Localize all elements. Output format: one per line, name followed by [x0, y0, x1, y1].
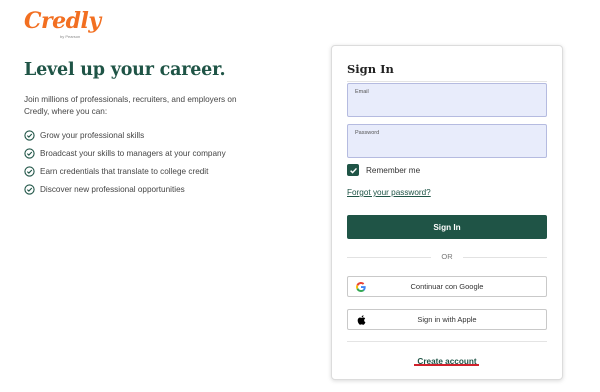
credly-logo[interactable]: Credly by Pearson — [24, 8, 101, 39]
create-account-row: Create account — [332, 351, 562, 369]
google-sign-in-button[interactable]: Continuar con Google — [347, 276, 547, 297]
footer-divider — [347, 341, 547, 342]
benefit-item: Discover new professional opportunities — [24, 180, 226, 198]
password-field[interactable]: Password — [347, 124, 547, 158]
check-circle-icon — [24, 165, 35, 177]
logo-wordmark: Credly — [24, 8, 101, 34]
apple-button-label: Sign in with Apple — [417, 315, 477, 324]
email-label: Email — [355, 89, 369, 95]
benefit-text: Broadcast your skills to managers at you… — [40, 148, 226, 158]
email-input[interactable] — [354, 98, 540, 112]
benefit-list: Grow your professional skills Broadcast … — [24, 126, 226, 198]
hero-title: Level up your career. — [24, 60, 226, 80]
remember-label: Remember me — [366, 165, 421, 175]
benefit-text: Earn credentials that translate to colle… — [40, 166, 209, 176]
benefit-item: Grow your professional skills — [24, 126, 226, 144]
password-input[interactable] — [354, 139, 540, 153]
hero-intro: Join millions of professionals, recruite… — [24, 95, 237, 116]
logo-byline: by Pearson — [60, 34, 81, 39]
benefit-text: Grow your professional skills — [40, 130, 145, 140]
sign-in-button[interactable]: Sign In — [347, 215, 547, 239]
divider-line-right — [463, 257, 547, 258]
remember-checkbox[interactable] — [347, 164, 359, 176]
highlight-underline — [414, 364, 479, 366]
check-circle-icon — [24, 147, 35, 159]
check-circle-icon — [24, 183, 35, 195]
remember-me[interactable]: Remember me — [347, 164, 420, 176]
benefit-text: Discover new professional opportunities — [40, 184, 185, 194]
check-circle-icon — [24, 129, 35, 141]
sign-in-card: Sign In Email Password Remember me Forgo… — [331, 45, 563, 380]
title-divider — [347, 81, 547, 82]
benefit-item: Broadcast your skills to managers at you… — [24, 144, 226, 162]
google-button-label: Continuar con Google — [410, 282, 484, 291]
email-field[interactable]: Email — [347, 83, 547, 117]
password-label: Password — [355, 130, 380, 136]
benefit-item: Earn credentials that translate to colle… — [24, 162, 226, 180]
or-divider: OR — [347, 251, 547, 263]
forgot-password-link[interactable]: Forgot your password? — [347, 188, 431, 197]
checkmark-icon — [349, 167, 357, 174]
sign-in-title: Sign In — [347, 62, 394, 76]
apple-sign-in-button[interactable]: Sign in with Apple — [347, 309, 547, 330]
